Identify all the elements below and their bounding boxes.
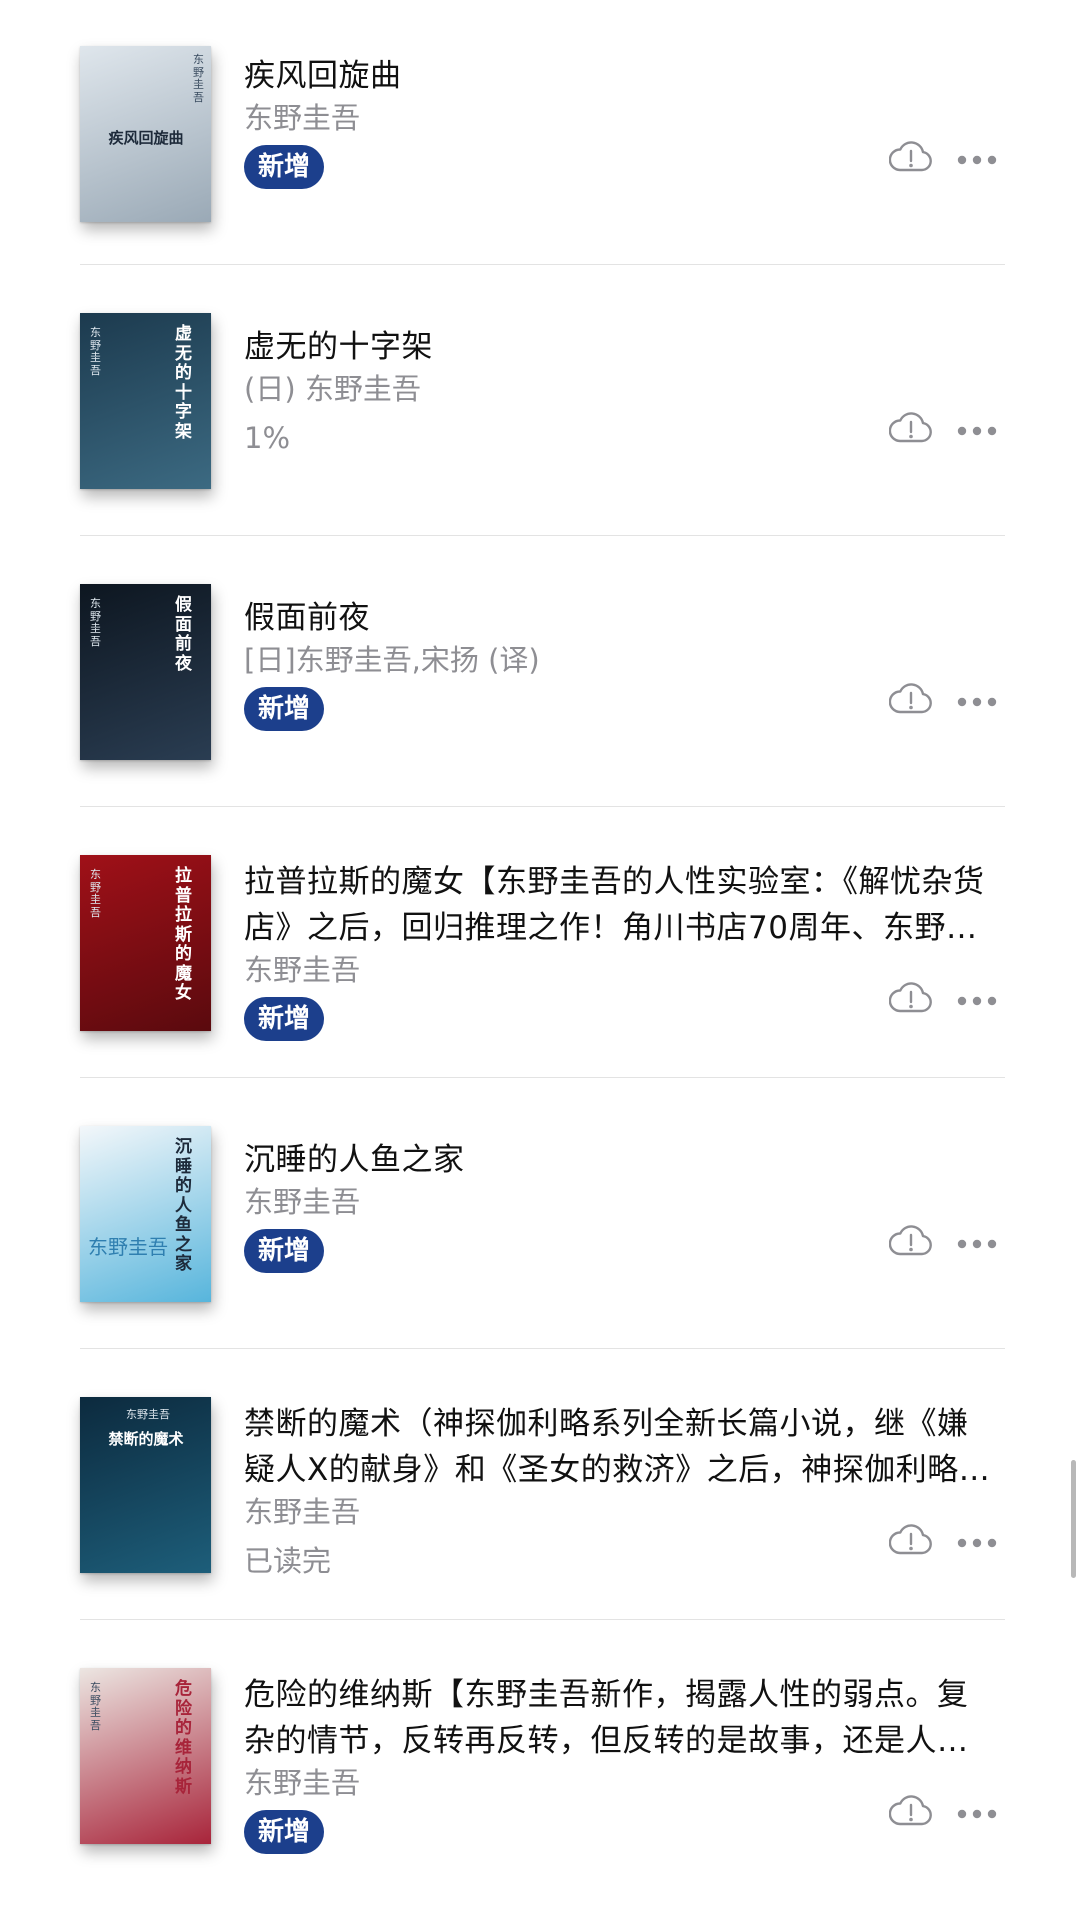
book-author: 东野圭吾 xyxy=(244,1766,361,1800)
scroll-indicator[interactable] xyxy=(1071,1460,1076,1578)
cover-author: 东野圭吾 xyxy=(90,1681,101,1732)
book-author: 东野圭吾 xyxy=(244,953,361,987)
cover-title: 假面前夜 xyxy=(175,595,192,674)
new-badge: 新增 xyxy=(244,997,325,1041)
book-info: 虚无的十字架 (日) 东野圭吾 1% xyxy=(244,324,998,460)
cover-title: 危险的维纳斯 xyxy=(175,1679,192,1797)
book-info: 危险的维纳斯【东野圭吾新作，揭露人性的弱点。复杂的情节，反转再反转，但反转的是故… xyxy=(244,1672,998,1854)
cover-author: 东野圭吾 xyxy=(88,1235,168,1259)
reading-progress: 已读完 xyxy=(244,1544,332,1578)
book-cover[interactable]: 危险的维纳斯 东野圭吾 xyxy=(80,1668,211,1844)
book-title[interactable]: 沉睡的人鱼之家 xyxy=(244,1137,998,1183)
more-horizontal-icon[interactable] xyxy=(956,151,998,165)
book-row[interactable]: 假面前夜 东野圭吾 假面前夜 [日]东野圭吾,宋扬 (译) 新增 xyxy=(80,580,998,848)
row-divider xyxy=(80,1077,1005,1078)
book-list: 疾风回旋曲 东野圭吾 疾风回旋曲 东野圭吾 新增 虚无的十字架 东野圭吾 虚无的十字架 (日) … xyxy=(0,0,1080,1856)
more-horizontal-icon[interactable] xyxy=(956,1805,998,1819)
book-author: [日]东野圭吾,宋扬 (译) xyxy=(244,643,540,677)
book-title[interactable]: 疾风回旋曲 xyxy=(244,53,998,99)
book-row[interactable]: 拉普拉斯的魔女 东野圭吾 拉普拉斯的魔女【东野圭吾的人性实验室：《解忧杂货店》之后，… xyxy=(80,851,998,1119)
book-title[interactable]: 禁断的魔术（神探伽利略系列全新长篇小说，继《嫌疑人X的献身》和《圣女的救济》之后… xyxy=(244,1401,998,1493)
cloud-download-icon[interactable] xyxy=(888,681,933,715)
cloud-download-icon[interactable] xyxy=(888,410,933,444)
new-badge: 新增 xyxy=(244,145,325,189)
book-title[interactable]: 拉普拉斯的魔女【东野圭吾的人性实验室：《解忧杂货店》之后，回归推理之作！角川书店… xyxy=(244,859,998,951)
more-horizontal-icon[interactable] xyxy=(956,1235,998,1249)
book-info: 禁断的魔术（神探伽利略系列全新长篇小说，继《嫌疑人X的献身》和《圣女的救济》之后… xyxy=(244,1401,998,1583)
more-horizontal-icon[interactable] xyxy=(956,992,998,1006)
book-cover[interactable]: 禁断的魔术 东野圭吾 xyxy=(80,1397,211,1573)
book-author: (日) 东野圭吾 xyxy=(244,372,421,406)
row-divider xyxy=(80,535,1005,536)
cover-author: 东野圭吾 xyxy=(126,1408,170,1421)
row-divider xyxy=(80,1619,1005,1620)
more-horizontal-icon[interactable] xyxy=(956,693,998,707)
book-cover[interactable]: 假面前夜 东野圭吾 xyxy=(80,584,211,760)
cover-author: 东野圭吾 xyxy=(90,326,101,377)
book-cover[interactable]: 疾风回旋曲 东野圭吾 xyxy=(80,46,211,222)
cover-author: 东野圭吾 xyxy=(90,868,101,919)
book-row[interactable]: 虚无的十字架 东野圭吾 虚无的十字架 (日) 东野圭吾 1% xyxy=(80,309,998,577)
book-cover[interactable]: 拉普拉斯的魔女 东野圭吾 xyxy=(80,855,211,1031)
more-horizontal-icon[interactable] xyxy=(956,422,998,436)
more-horizontal-icon[interactable] xyxy=(956,1534,998,1548)
book-title[interactable]: 危险的维纳斯【东野圭吾新作，揭露人性的弱点。复杂的情节，反转再反转，但反转的是故… xyxy=(244,1672,998,1764)
book-info: 假面前夜 [日]东野圭吾,宋扬 (译) 新增 xyxy=(244,595,998,731)
new-badge: 新增 xyxy=(244,687,325,731)
book-cover[interactable]: 沉睡的人鱼之家 东野圭吾 xyxy=(80,1126,211,1302)
cover-title: 虚无的十字架 xyxy=(175,324,192,442)
cover-author: 东野圭吾 xyxy=(193,53,204,104)
reading-progress: 1% xyxy=(244,421,291,455)
book-row[interactable]: 疾风回旋曲 东野圭吾 疾风回旋曲 东野圭吾 新增 xyxy=(80,38,998,306)
book-title[interactable]: 虚无的十字架 xyxy=(244,324,998,370)
cloud-download-icon[interactable] xyxy=(888,1793,933,1827)
book-title[interactable]: 假面前夜 xyxy=(244,595,998,641)
row-divider xyxy=(80,1348,1005,1349)
book-row[interactable]: 危险的维纳斯 东野圭吾 危险的维纳斯【东野圭吾新作，揭露人性的弱点。复杂的情节，反转… xyxy=(80,1664,998,1932)
row-divider xyxy=(80,806,1005,807)
book-info: 疾风回旋曲 东野圭吾新增 xyxy=(244,53,998,189)
cloud-download-icon[interactable] xyxy=(888,1223,933,1257)
cover-title: 禁断的魔术 xyxy=(108,1430,184,1448)
cover-title: 拉普拉斯的魔女 xyxy=(175,866,192,1004)
cloud-download-icon[interactable] xyxy=(888,139,933,173)
cover-author: 东野圭吾 xyxy=(90,597,101,648)
book-author: 东野圭吾 xyxy=(244,1495,361,1529)
book-info: 拉普拉斯的魔女【东野圭吾的人性实验室：《解忧杂货店》之后，回归推理之作！角川书店… xyxy=(244,859,998,1041)
new-badge: 新增 xyxy=(244,1229,325,1273)
cover-title: 疾风回旋曲 xyxy=(108,129,184,147)
new-badge: 新增 xyxy=(244,1810,325,1854)
book-author: 东野圭吾 xyxy=(244,1185,361,1219)
book-row[interactable]: 禁断的魔术 东野圭吾 禁断的魔术（神探伽利略系列全新长篇小说，继《嫌疑人X的献身》和… xyxy=(80,1393,998,1661)
book-cover[interactable]: 虚无的十字架 东野圭吾 xyxy=(80,313,211,489)
cloud-download-icon[interactable] xyxy=(888,1522,933,1556)
row-divider xyxy=(80,264,1005,265)
book-info: 沉睡的人鱼之家 东野圭吾新增 xyxy=(244,1137,998,1273)
cloud-download-icon[interactable] xyxy=(888,980,933,1014)
book-row[interactable]: 沉睡的人鱼之家 东野圭吾 沉睡的人鱼之家 东野圭吾 新增 xyxy=(80,1122,998,1390)
cover-title: 沉睡的人鱼之家 xyxy=(175,1137,192,1275)
book-author: 东野圭吾 xyxy=(244,101,361,135)
